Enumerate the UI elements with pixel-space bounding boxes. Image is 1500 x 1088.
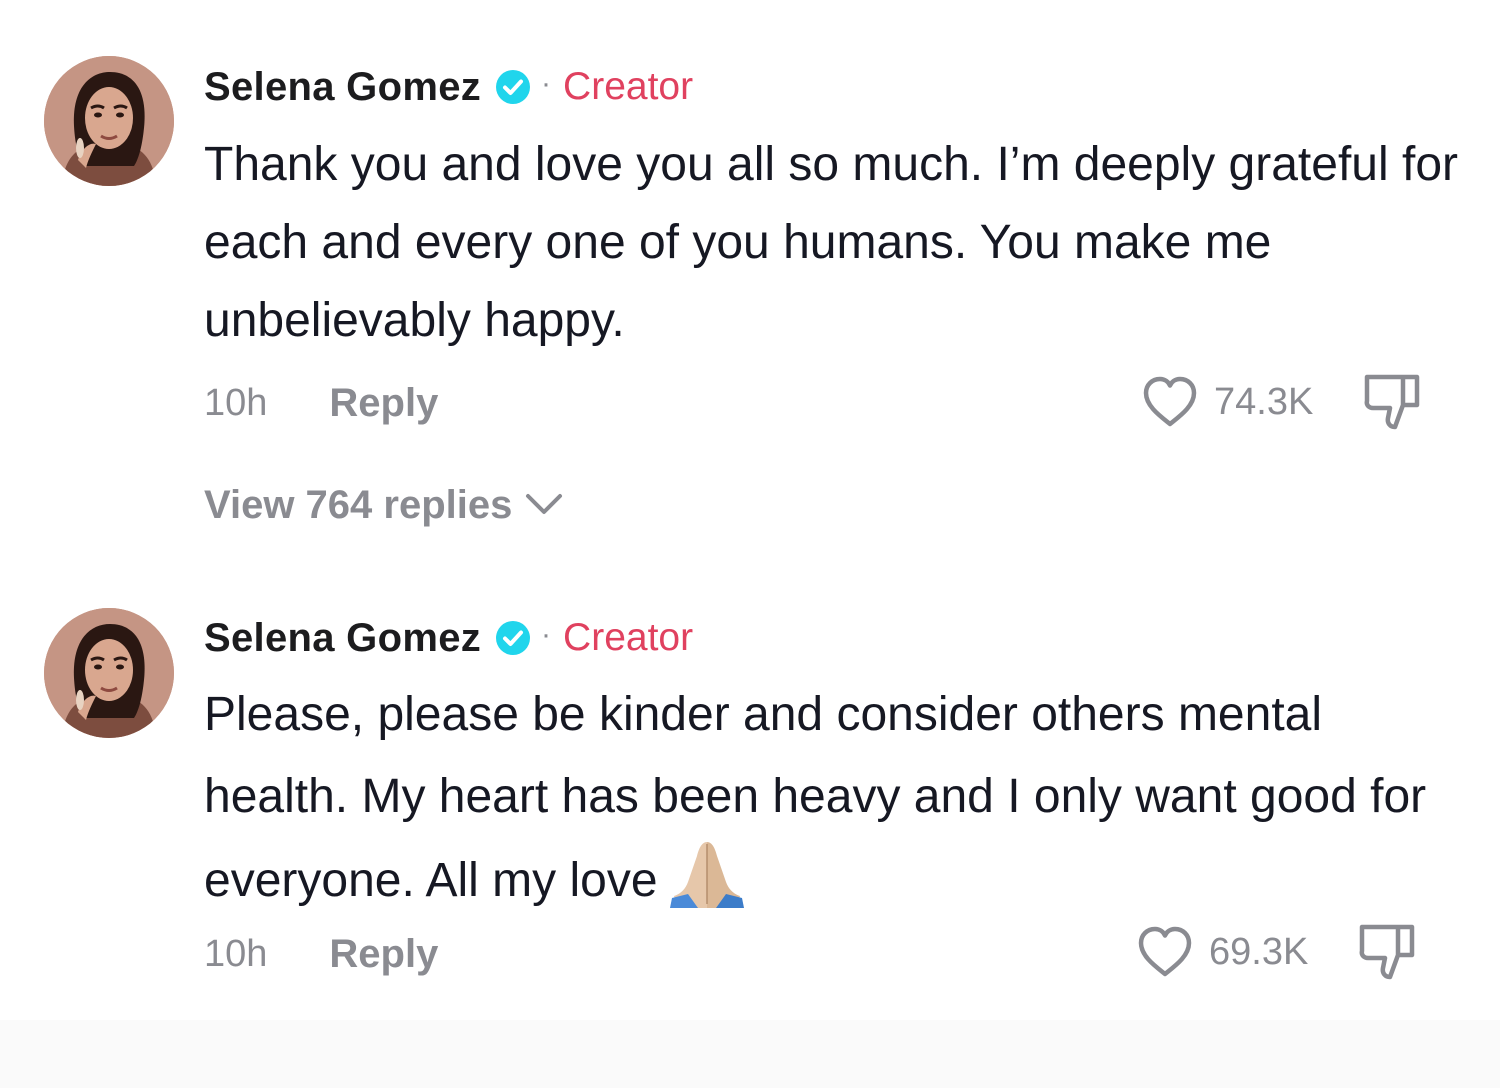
comment-timestamp: 10h <box>204 381 268 424</box>
verified-badge-icon <box>496 621 531 655</box>
comment-header: Selena Gomez · Creator <box>204 613 693 663</box>
comment-item: Selena Gomez · Creator Please, please be… <box>0 560 1500 1020</box>
comment-actions: 69.3K <box>1135 922 1418 982</box>
reply-button[interactable]: Reply <box>329 932 438 977</box>
comments-panel: Selena Gomez · Creator Thank you and lov… <box>0 0 1500 1088</box>
avatar[interactable] <box>44 56 174 186</box>
comment-item: Selena Gomez · Creator Thank you and lov… <box>0 0 1500 560</box>
bottom-background <box>0 1020 1500 1088</box>
author-name[interactable]: Selena Gomez <box>204 65 481 110</box>
separator-dot: · <box>541 618 552 651</box>
comment-actions: 74.3K <box>1140 372 1423 432</box>
separator-dot: · <box>541 67 552 100</box>
view-replies-label: View 764 replies <box>204 482 513 527</box>
author-name[interactable]: Selena Gomez <box>204 616 481 661</box>
avatar-image <box>44 56 174 186</box>
comment-text: Please, please be kinder and consider ot… <box>204 674 1464 922</box>
like-count: 74.3K <box>1214 380 1314 423</box>
comment-meta: 10h Reply <box>204 378 438 428</box>
comment-meta: 10h Reply <box>204 929 438 979</box>
comment-text-body: Please, please be kinder and consider ot… <box>204 688 1427 907</box>
comment-text: Thank you and love you all so much. I’m … <box>204 138 1458 347</box>
avatar[interactable] <box>44 608 174 738</box>
folded-hands-emoji <box>669 842 744 908</box>
avatar-image <box>44 608 174 738</box>
creator-badge: Creator <box>563 65 694 108</box>
view-replies-button[interactable]: View 764 replies <box>204 480 564 530</box>
comment-header: Selena Gomez · Creator <box>204 62 693 112</box>
like-count: 69.3K <box>1209 930 1309 973</box>
verified-badge-icon <box>496 70 531 104</box>
thumbs-down-icon[interactable] <box>1361 371 1423 433</box>
thumbs-down-icon[interactable] <box>1356 921 1418 983</box>
creator-badge: Creator <box>563 616 694 659</box>
chevron-down-icon <box>526 494 563 514</box>
comment-timestamp: 10h <box>204 932 268 975</box>
reply-button[interactable]: Reply <box>329 381 438 426</box>
heart-icon[interactable] <box>1135 924 1195 980</box>
heart-icon[interactable] <box>1140 374 1200 430</box>
